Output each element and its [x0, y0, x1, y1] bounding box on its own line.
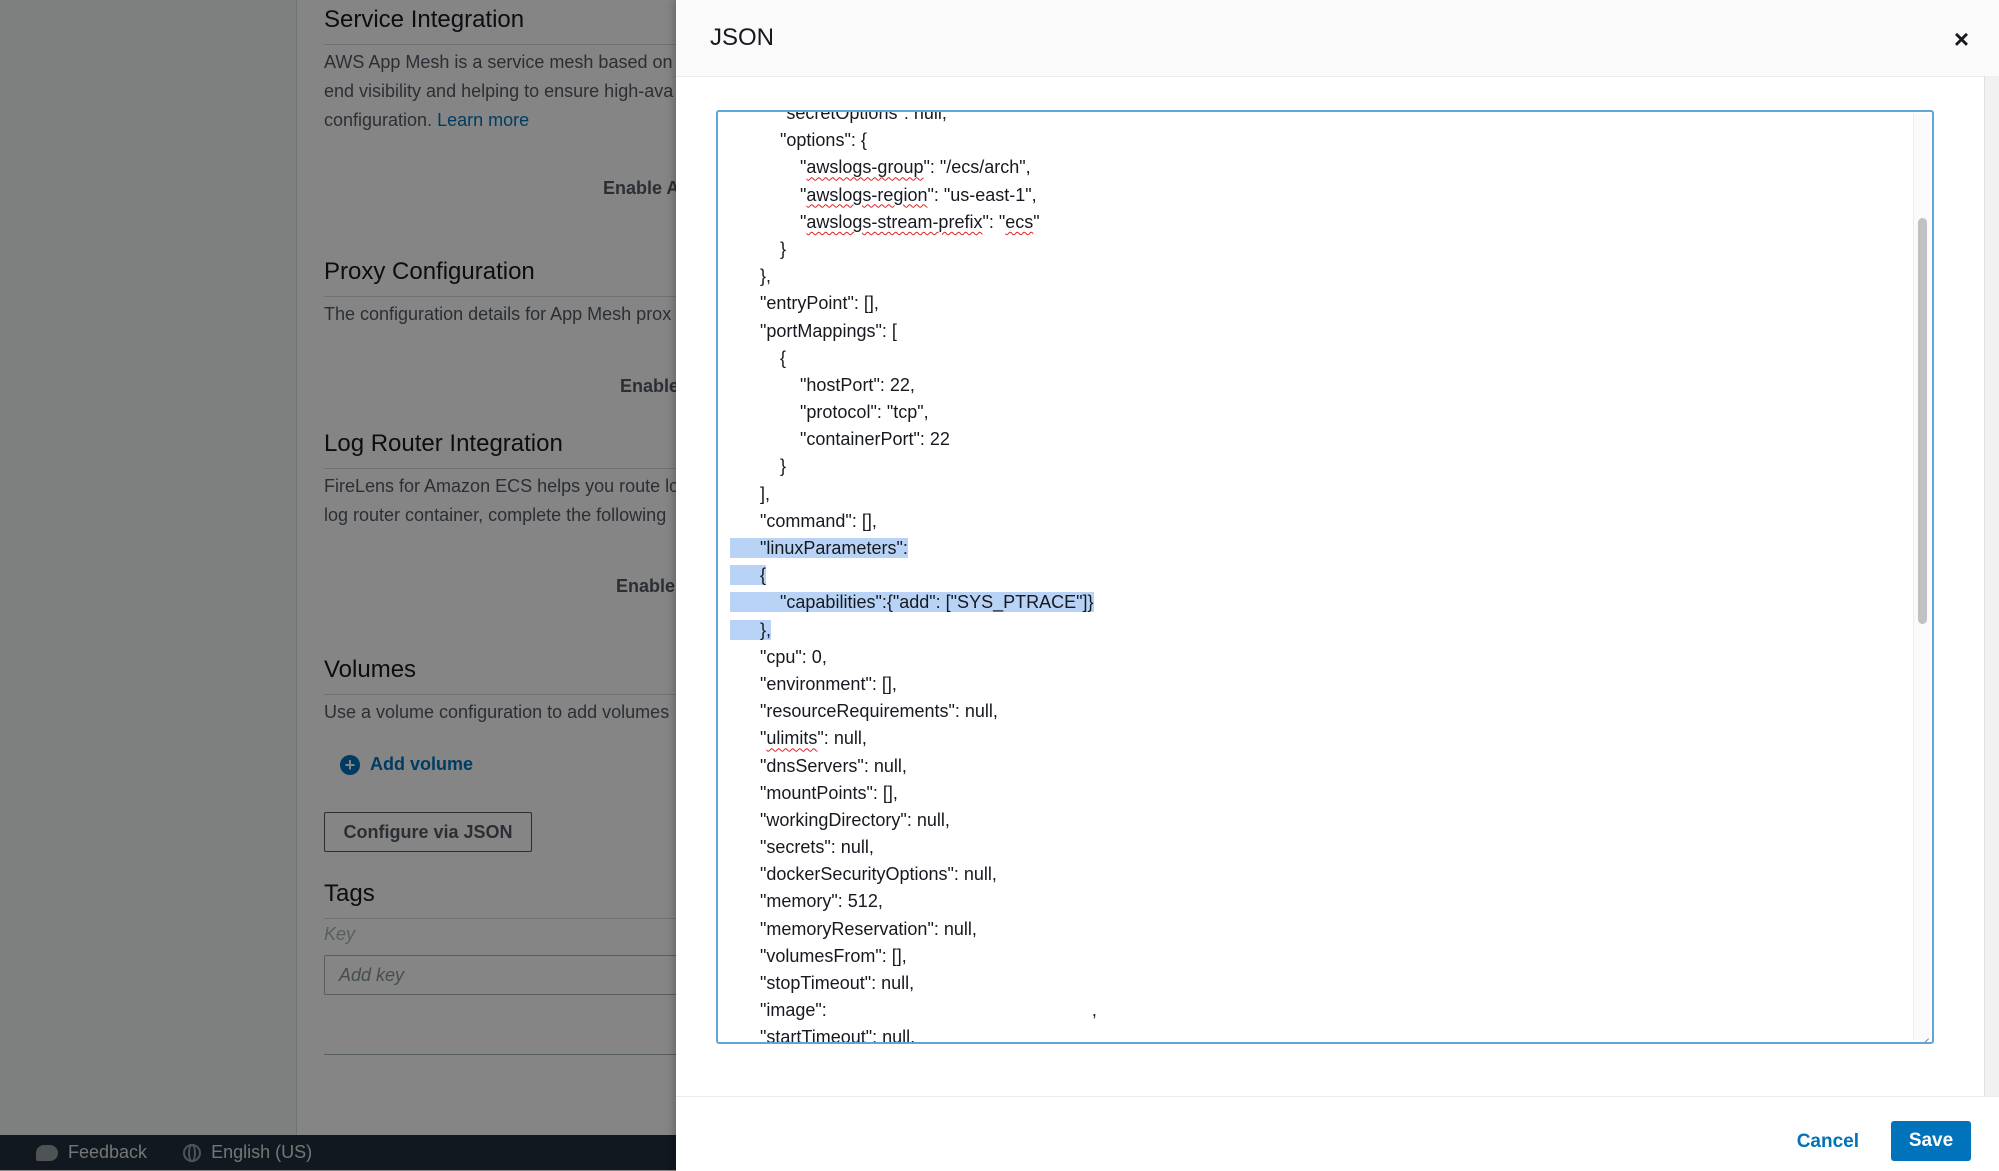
code-line-text: "environment": [],: [730, 673, 897, 694]
code-line-text: },: [730, 619, 772, 640]
code-line: },: [730, 617, 1900, 644]
code-line-text: "stopTimeout": null,: [730, 973, 915, 993]
code-line-text: "cpu": 0,: [730, 646, 827, 667]
code-line-text: ],: [730, 483, 771, 504]
code-line: "resourceRequirements": null,: [730, 698, 1900, 725]
code-line-text: "dockerSecurityOptions": null,: [730, 864, 997, 885]
code-line: "protocol": "tcp",: [730, 399, 1900, 426]
code-line-text: "secretOptions": null,: [730, 110, 947, 123]
modal-footer: Cancel Save: [676, 1096, 1999, 1171]
code-line: "environment": [],: [730, 671, 1900, 698]
code-line-text: "resourceRequirements": null,: [730, 701, 998, 722]
code-line: "secrets": null,: [730, 834, 1900, 861]
save-button[interactable]: Save: [1891, 1121, 1971, 1161]
close-icon[interactable]: ×: [1954, 26, 1969, 52]
editor-scrollbar-thumb[interactable]: [1918, 218, 1927, 624]
code-line-text: "memoryReservation": null,: [730, 918, 977, 939]
code-line: "secretOptions": null,: [730, 110, 1900, 127]
code-line-text: "capabilities":{"add": ["SYS_PTRACE"]}: [730, 592, 1094, 613]
code-line: {: [730, 345, 1900, 372]
code-line-text: "hostPort": 22,: [730, 374, 915, 395]
code-line: }: [730, 236, 1900, 263]
code-line-text: "awslogs-region": "us-east-1",: [730, 184, 1037, 205]
code-line: "options": {: [730, 127, 1900, 154]
code-line: "awslogs-stream-prefix": "ecs": [730, 209, 1900, 236]
code-line: "memory": 512,: [730, 888, 1900, 915]
code-line: "volumesFrom": [],: [730, 943, 1900, 970]
code-line-text: "workingDirectory": null,: [730, 809, 950, 830]
code-line: "stopTimeout": null,: [730, 970, 1900, 997]
resize-handle-icon[interactable]: [1918, 1028, 1930, 1040]
code-line-text: "secrets": null,: [730, 837, 874, 858]
code-line-text: "portMappings": [: [730, 320, 897, 341]
code-line: "capabilities":{"add": ["SYS_PTRACE"]}: [730, 589, 1900, 616]
code-line: "portMappings": [: [730, 318, 1900, 345]
code-line: "linuxParameters":: [730, 535, 1900, 562]
json-editor-textarea[interactable]: "secretOptions": null, "options": { "aws…: [716, 110, 1934, 1044]
json-code: "secretOptions": null, "options": { "aws…: [730, 110, 1900, 1044]
code-line-text: }: [730, 238, 787, 259]
code-line: },: [730, 263, 1900, 290]
modal-title: JSON: [710, 24, 775, 51]
code-line: "startTimeout": null,: [730, 1024, 1900, 1044]
code-line-text: "dnsServers": null,: [730, 755, 907, 776]
code-line: "awslogs-region": "us-east-1",: [730, 182, 1900, 209]
code-line: "dnsServers": null,: [730, 753, 1900, 780]
code-line: "cpu": 0,: [730, 644, 1900, 671]
code-line-text: "options": {: [730, 130, 867, 151]
code-line-text: "containerPort": 22: [730, 429, 950, 450]
code-line: }: [730, 453, 1900, 480]
modal-header: JSON ×: [676, 0, 1999, 77]
code-line-text: "protocol": "tcp",: [730, 402, 929, 423]
code-line: "entryPoint": [],: [730, 290, 1900, 317]
code-line-text: "command": [],: [730, 510, 877, 531]
code-line-text: "linuxParameters":: [730, 538, 908, 558]
code-line-text: {: [730, 347, 787, 368]
code-line-text: "image": ,: [730, 1000, 1097, 1021]
code-line-text: "entryPoint": [],: [730, 293, 879, 314]
code-line-text: "awslogs-stream-prefix": "ecs": [730, 211, 1040, 232]
code-line: "workingDirectory": null,: [730, 807, 1900, 834]
json-modal: JSON × "secretOptions": null, "options":…: [676, 0, 1999, 1171]
code-line-text: }: [730, 456, 787, 477]
editor-scrollbar[interactable]: [1913, 114, 1930, 1040]
code-line: ],: [730, 481, 1900, 508]
code-line: "image": ,: [730, 997, 1900, 1024]
code-line-text: "startTimeout": null,: [730, 1027, 916, 1044]
code-line: {: [730, 562, 1900, 589]
code-line: "memoryReservation": null,: [730, 916, 1900, 943]
code-line: "containerPort": 22: [730, 426, 1900, 453]
code-line-text: "ulimits": null,: [730, 728, 867, 749]
code-line: "ulimits": null,: [730, 725, 1900, 752]
code-line: "command": [],: [730, 508, 1900, 535]
code-line: "awslogs-group": "/ecs/arch",: [730, 154, 1900, 181]
code-line-text: "mountPoints": [],: [730, 782, 898, 803]
code-line: "dockerSecurityOptions": null,: [730, 861, 1900, 888]
code-line-text: },: [730, 266, 772, 287]
code-line-text: "memory": 512,: [730, 891, 883, 912]
code-line: "mountPoints": [],: [730, 780, 1900, 807]
code-line-text: "awslogs-group": "/ecs/arch",: [730, 157, 1031, 178]
cancel-button[interactable]: Cancel: [1797, 1131, 1859, 1153]
code-line: "hostPort": 22,: [730, 372, 1900, 399]
code-line-text: {: [730, 565, 767, 586]
modal-scrollbar[interactable]: [1984, 76, 1999, 1096]
code-line-text: "volumesFrom": [],: [730, 945, 907, 966]
